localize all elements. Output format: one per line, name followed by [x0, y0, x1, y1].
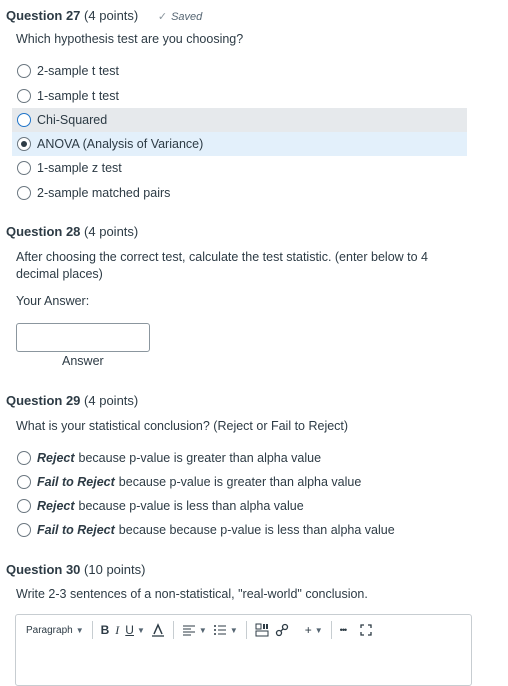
question-27-prompt: Which hypothesis test are you choosing?: [16, 32, 244, 46]
q29-option-1[interactable]: Reject because p-value is greater than al…: [12, 446, 467, 470]
option-label: because p-value is greater than alpha va…: [118, 475, 362, 489]
question-27-header: Question 27 (4 points) ✓ Saved: [6, 8, 202, 23]
bold-button[interactable]: B: [101, 619, 110, 641]
more-button[interactable]: •••: [340, 619, 348, 641]
underline-button[interactable]: U ▼: [125, 619, 145, 641]
radio-button[interactable]: [17, 499, 31, 513]
q29-option-2[interactable]: Fail to Reject because p-value is greater…: [12, 470, 467, 494]
question-28-prompt: After choosing the correct test, calcula…: [16, 250, 429, 281]
media-icon: [255, 623, 269, 637]
text-color-icon: [151, 623, 164, 637]
saved-indicator: ✓ Saved: [158, 10, 202, 23]
align-left-icon: [182, 625, 195, 636]
question-number: Question 29: [6, 393, 81, 408]
media-button[interactable]: [255, 619, 269, 641]
q27-option-1[interactable]: 2-sample t test: [12, 59, 467, 83]
radio-button[interactable]: [17, 451, 31, 465]
question-points: (10 points): [84, 562, 146, 577]
question-30-prompt: Write 2-3 sentences of a non-statistical…: [16, 587, 368, 601]
question-number: Question 30: [6, 562, 81, 577]
chevron-down-icon: ▼: [75, 625, 84, 635]
question-29-prompt: What is your statistical conclusion? (Re…: [16, 419, 349, 433]
link-icon: [275, 623, 288, 637]
chevron-down-icon: ▼: [136, 625, 145, 635]
radio-button[interactable]: [17, 475, 31, 489]
fullscreen-icon: [360, 624, 372, 636]
saved-label: Saved: [171, 11, 203, 23]
toolbar-divider: [245, 621, 247, 639]
q29-option-4[interactable]: Fail to Reject because because p-value is…: [12, 518, 467, 542]
radio-button[interactable]: [17, 89, 31, 103]
radio-button[interactable]: [17, 161, 31, 175]
block-format-dropdown[interactable]: Paragraph ▼: [26, 619, 84, 641]
list-button[interactable]: ▼: [213, 619, 238, 641]
option-label: because p-value is less than alpha value: [78, 499, 304, 513]
question-number: Question 28: [6, 224, 81, 239]
block-format-label: Paragraph: [26, 624, 73, 636]
your-answer-label: Your Answer:: [16, 294, 90, 308]
option-label: 1-sample z test: [37, 161, 122, 175]
radio-button-selected[interactable]: [17, 137, 31, 151]
fullscreen-button[interactable]: [360, 619, 372, 641]
question-29-header: Question 29 (4 points): [6, 393, 138, 408]
toolbar-divider: [91, 621, 93, 639]
check-icon: ✓: [157, 11, 168, 23]
toolbar-divider: [330, 621, 332, 639]
question-30-header: Question 30 (10 points): [6, 562, 145, 577]
chevron-down-icon: ▼: [314, 625, 323, 635]
chevron-down-icon: ▼: [229, 625, 238, 635]
option-label: Chi-Squared: [37, 113, 108, 127]
chevron-down-icon: ▼: [198, 625, 207, 635]
link-button[interactable]: [275, 619, 289, 641]
plus-icon: +: [304, 623, 312, 637]
q27-option-6[interactable]: 2-sample matched pairs: [12, 181, 467, 205]
rich-text-editor[interactable]: Paragraph ▼ B I U ▼ ▼ ▼ + ▼ •••: [15, 614, 472, 686]
bullet-list-icon: [213, 625, 226, 635]
radio-button[interactable]: [17, 113, 31, 127]
radio-button[interactable]: [17, 64, 31, 78]
option-emphasis: Fail to Reject: [37, 475, 115, 489]
insert-button[interactable]: + ▼: [305, 619, 323, 641]
answer-input[interactable]: [16, 323, 150, 352]
radio-button[interactable]: [17, 186, 31, 200]
radio-button[interactable]: [17, 523, 31, 537]
question-points: (4 points): [84, 8, 139, 23]
text-color-button[interactable]: [151, 619, 165, 641]
option-label: because p-value is greater than alpha va…: [78, 451, 322, 465]
option-label: 2-sample t test: [37, 64, 119, 78]
option-label: 2-sample matched pairs: [37, 186, 171, 200]
question-points: (4 points): [84, 393, 139, 408]
underline-label: U: [125, 623, 134, 637]
option-label: because because p-value is less than alp…: [118, 523, 395, 537]
question-points: (4 points): [84, 224, 139, 239]
answer-caption: Answer: [62, 354, 104, 368]
q29-option-3[interactable]: Reject because p-value is less than alpha…: [12, 494, 467, 518]
editor-toolbar: Paragraph ▼ B I U ▼ ▼ ▼ + ▼ •••: [16, 615, 471, 645]
question-number: Question 27: [6, 8, 81, 23]
align-button[interactable]: ▼: [182, 619, 207, 641]
option-emphasis: Reject: [37, 451, 75, 465]
q27-option-2[interactable]: 1-sample t test: [12, 84, 467, 108]
toolbar-divider: [172, 621, 174, 639]
option-label: 1-sample t test: [37, 89, 119, 103]
option-emphasis: Reject: [37, 499, 75, 513]
option-label: ANOVA (Analysis of Variance): [37, 137, 204, 151]
option-emphasis: Fail to Reject: [37, 523, 115, 537]
question-28-header: Question 28 (4 points): [6, 224, 138, 239]
q27-option-5[interactable]: 1-sample z test: [12, 156, 467, 180]
italic-button[interactable]: I: [115, 619, 119, 641]
q27-option-4[interactable]: ANOVA (Analysis of Variance): [12, 132, 467, 156]
q27-option-3[interactable]: Chi-Squared: [12, 108, 467, 132]
